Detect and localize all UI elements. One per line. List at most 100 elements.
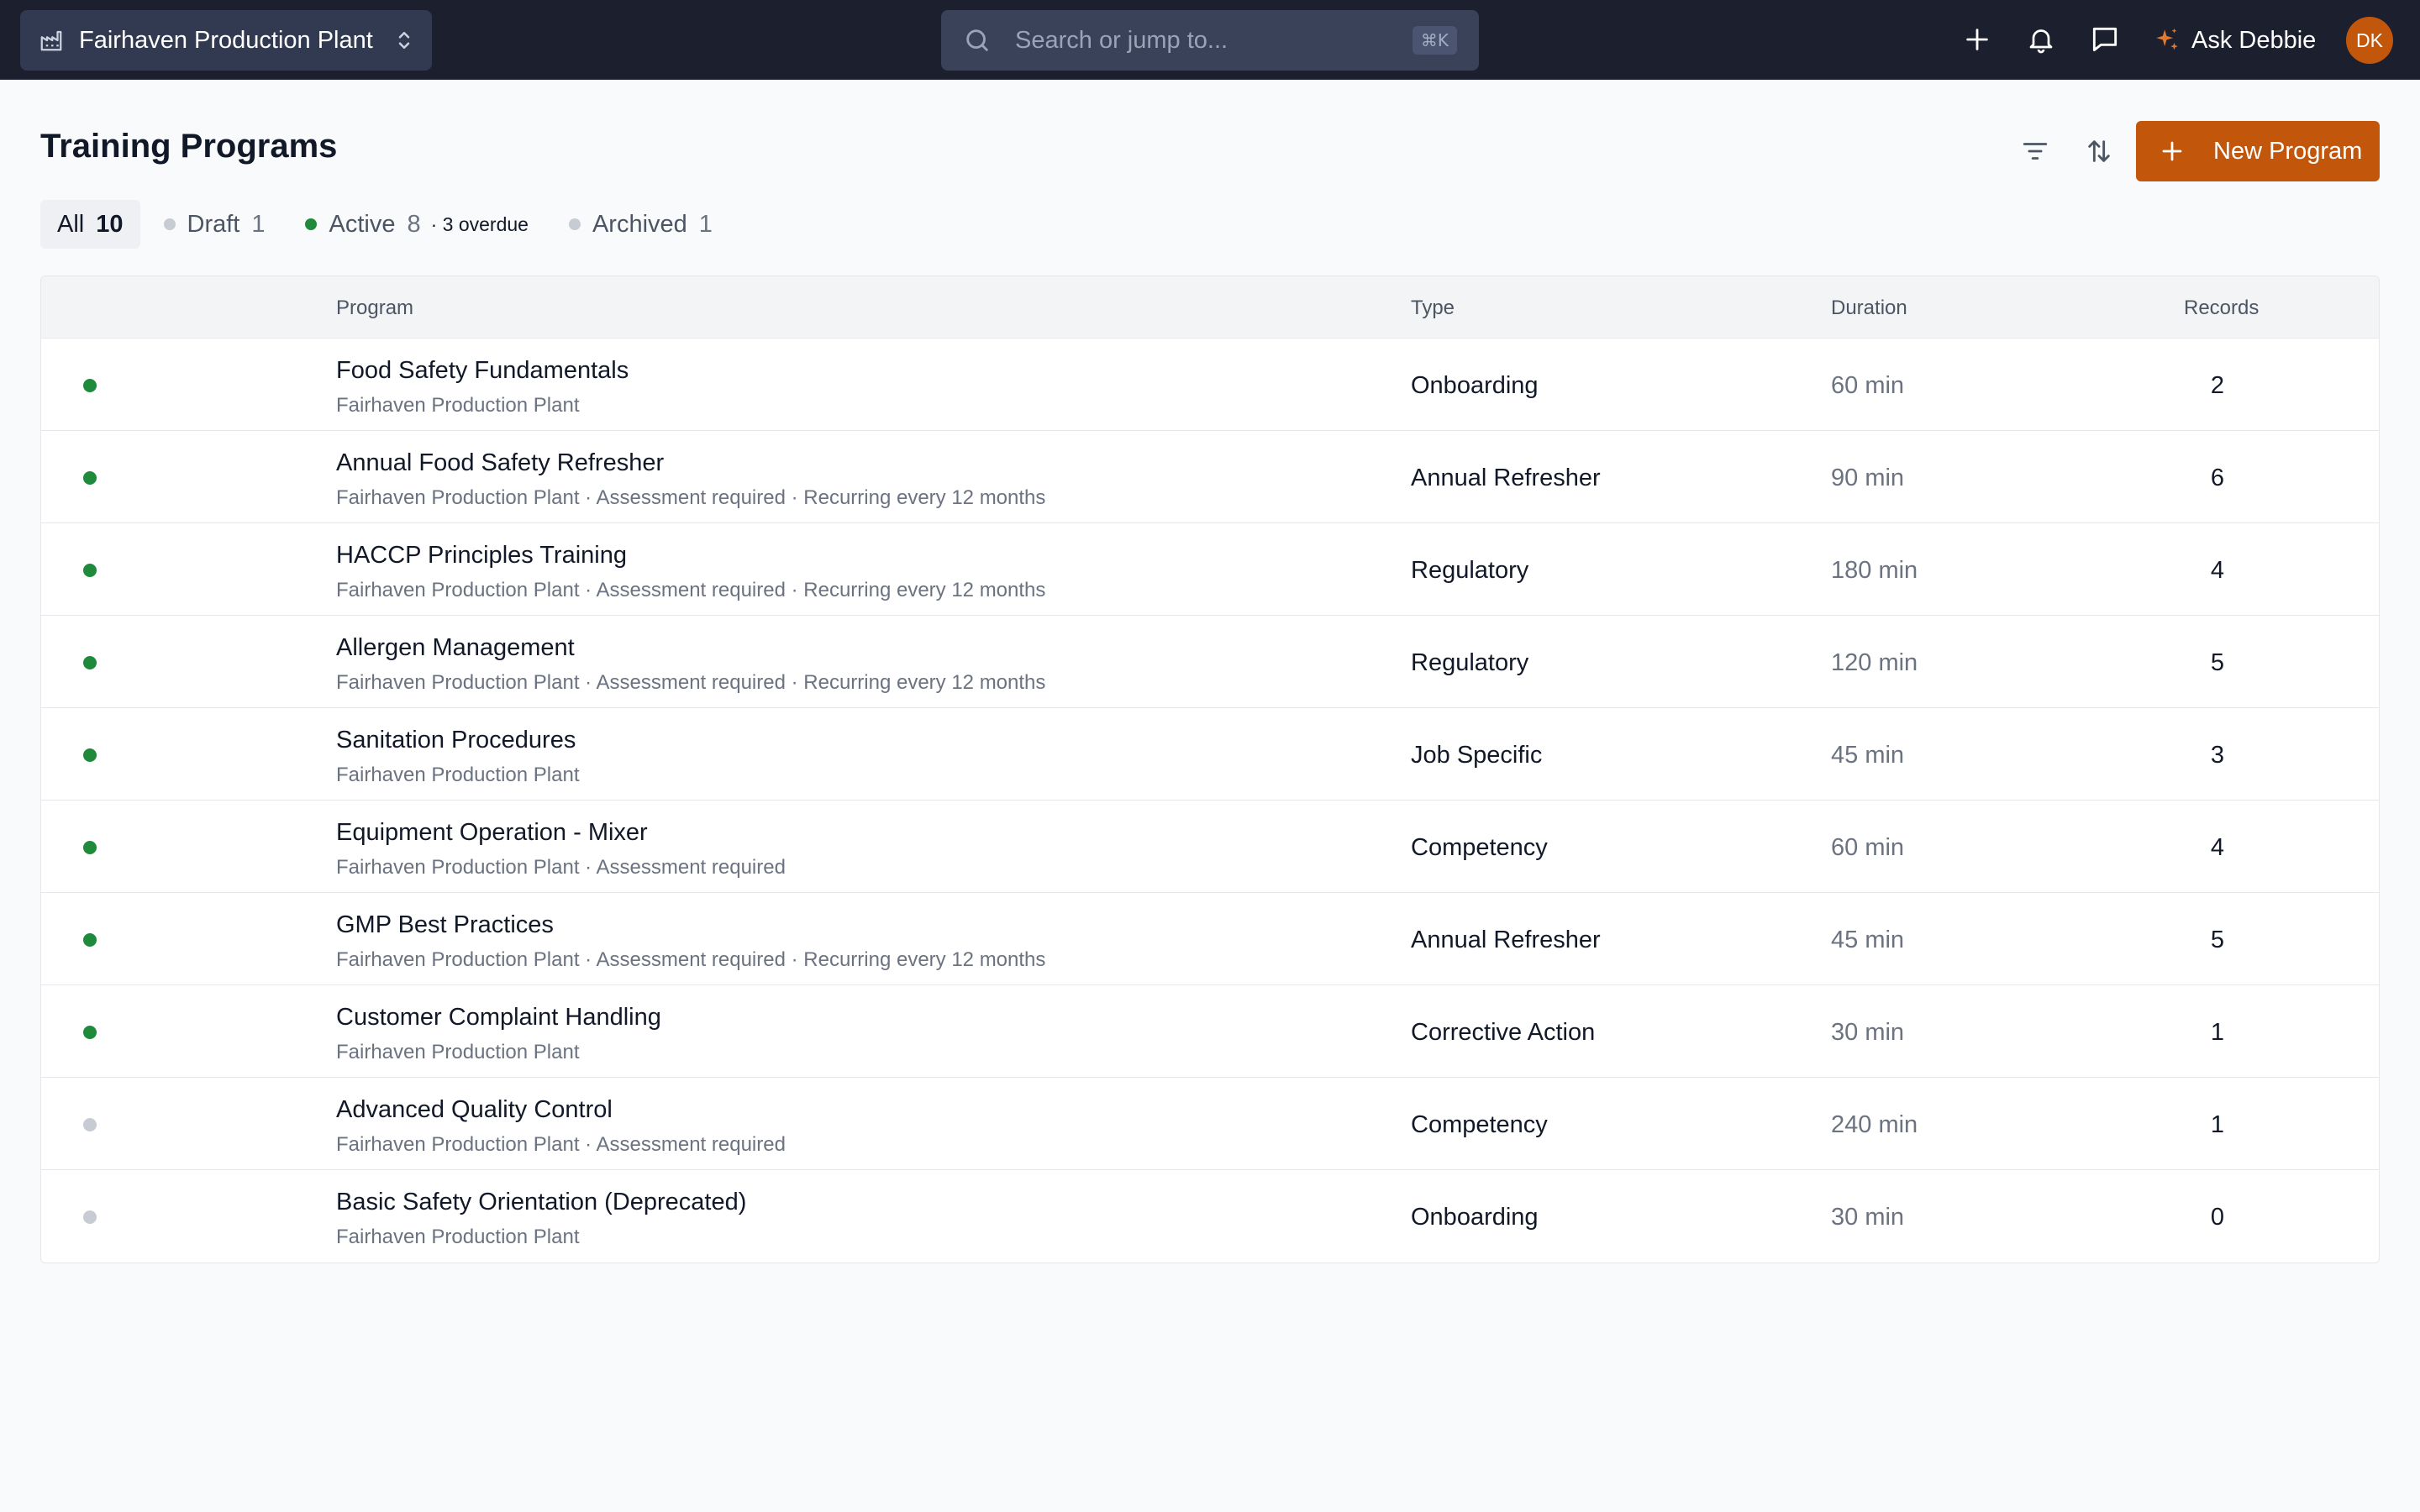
bell-icon: [2029, 29, 2053, 54]
overdue-note: · 3 overdue: [430, 213, 529, 235]
program-type: Competency: [1411, 834, 1548, 861]
ask-debbie-label: Ask Debbie: [2191, 26, 2317, 54]
table-header: Program Type Duration Records: [41, 276, 2379, 339]
messages-button[interactable]: [2086, 20, 2124, 59]
program-duration: 180 min: [1831, 557, 1918, 584]
table-row[interactable]: HACCP Principles Training Fairhaven Produ…: [41, 523, 2379, 616]
program-type: Onboarding: [1411, 1204, 1539, 1231]
program-duration: 45 min: [1831, 742, 1905, 769]
program-duration: 30 min: [1831, 1019, 1905, 1046]
program-name[interactable]: Allergen Management: [336, 634, 575, 662]
program-name[interactable]: Advanced Quality Control: [336, 1096, 613, 1124]
status-dot: [305, 218, 318, 230]
search-placeholder: Search or jump to...: [1015, 26, 1228, 54]
program-records: 4: [2210, 834, 2225, 861]
program-meta: Fairhaven Production Plant · Assessment …: [336, 856, 786, 879]
program-duration: 90 min: [1831, 465, 1905, 491]
table-row[interactable]: Annual Food Safety Refresher Fairhaven Pr…: [41, 431, 2379, 523]
site-name: Fairhaven Production Plant: [79, 26, 373, 54]
status-dot: [83, 1026, 97, 1039]
tab-count: 10: [96, 210, 124, 238]
table-row[interactable]: Basic Safety Orientation (Deprecated) Fai…: [41, 1170, 2379, 1263]
program-duration: 60 min: [1831, 834, 1905, 861]
table-body: Food Safety Fundamentals Fairhaven Produc…: [41, 339, 2379, 1263]
table-row[interactable]: Customer Complaint Handling Fairhaven Pro…: [41, 985, 2379, 1078]
table-row[interactable]: Sanitation Procedures Fairhaven Productio…: [41, 708, 2379, 801]
status-dot: [83, 471, 97, 485]
program-name[interactable]: Equipment Operation - Mixer: [336, 819, 648, 847]
program-name[interactable]: Customer Complaint Handling: [336, 1004, 661, 1032]
status-dot: [568, 218, 581, 230]
tab-all[interactable]: All 10: [40, 200, 140, 249]
program-meta: Fairhaven Production Plant · Assessment …: [336, 486, 1046, 509]
program-name[interactable]: Food Safety Fundamentals: [336, 357, 629, 385]
avatar[interactable]: DK: [2346, 17, 2393, 64]
program-duration: 240 min: [1831, 1111, 1918, 1138]
program-records: 6: [2210, 465, 2225, 491]
add-button[interactable]: [1958, 20, 1996, 59]
program-name[interactable]: Sanitation Procedures: [336, 727, 576, 754]
new-program-button[interactable]: New Program: [2136, 121, 2380, 181]
program-type: Job Specific: [1411, 742, 1543, 769]
program-duration: 60 min: [1831, 372, 1905, 399]
program-meta: Fairhaven Production Plant: [336, 1041, 580, 1063]
table-row[interactable]: Allergen Management Fairhaven Production …: [41, 616, 2379, 708]
program-meta: Fairhaven Production Plant · Assessment …: [336, 948, 1046, 971]
tab-label: Draft: [187, 210, 240, 238]
tab-archived[interactable]: Archived 1: [552, 200, 729, 249]
site-switcher[interactable]: Fairhaven Production Plant: [20, 10, 432, 71]
program-type: Annual Refresher: [1411, 465, 1601, 491]
search-shortcut: ⌘K: [1412, 26, 1457, 55]
program-meta: Fairhaven Production Plant: [336, 394, 580, 417]
table-row[interactable]: Food Safety Fundamentals Fairhaven Produc…: [41, 339, 2379, 431]
program-records: 4: [2210, 557, 2225, 584]
program-type: Competency: [1411, 1111, 1548, 1138]
program-meta: Fairhaven Production Plant: [336, 1226, 580, 1248]
status-dot: [83, 1210, 97, 1224]
ask-debbie-button[interactable]: Ask Debbie: [2153, 15, 2316, 66]
program-meta: Fairhaven Production Plant · Assessment …: [336, 1133, 786, 1156]
tab-draft[interactable]: Draft 1: [147, 200, 282, 249]
table-row[interactable]: Equipment Operation - Mixer Fairhaven Pro…: [41, 801, 2379, 893]
notifications-button[interactable]: [2022, 20, 2060, 59]
chat-icon: [2092, 27, 2118, 52]
plus-icon: [2162, 141, 2182, 161]
program-records: 2: [2210, 372, 2225, 399]
sort-button[interactable]: [2081, 133, 2118, 170]
sparkle-icon: [2156, 28, 2178, 50]
tab-count: 1: [698, 210, 713, 238]
table-row[interactable]: GMP Best Practices Fairhaven Production P…: [41, 893, 2379, 985]
search-input[interactable]: Search or jump to... ⌘K: [941, 10, 1479, 71]
program-meta: Fairhaven Production Plant · Assessment …: [336, 579, 1046, 601]
tab-count: 1: [251, 210, 266, 238]
table-row[interactable]: Advanced Quality Control Fairhaven Produc…: [41, 1078, 2379, 1170]
program-type: Annual Refresher: [1411, 927, 1601, 953]
program-duration: 30 min: [1831, 1204, 1905, 1231]
program-name[interactable]: Basic Safety Orientation (Deprecated): [336, 1189, 746, 1216]
program-records: 5: [2210, 649, 2225, 676]
status-dot: [83, 1118, 97, 1131]
status-tabs: All 10 Draft 1 Active 8 · 3 overdue Arch…: [40, 200, 736, 249]
column-header-program[interactable]: Program: [336, 297, 413, 320]
page-title: Training Programs: [40, 128, 338, 165]
tab-count: 8: [407, 210, 421, 238]
program-name[interactable]: GMP Best Practices: [336, 911, 554, 939]
program-type: Corrective Action: [1411, 1019, 1596, 1046]
filter-icon: [2023, 143, 2048, 160]
programs-table: Program Type Duration Records Food Safet…: [40, 276, 2380, 1263]
program-meta: Fairhaven Production Plant · Assessment …: [336, 671, 1046, 694]
program-records: 3: [2210, 742, 2225, 769]
tab-label: All: [57, 210, 85, 238]
program-name[interactable]: HACCP Principles Training: [336, 542, 627, 570]
program-type: Regulatory: [1411, 649, 1529, 676]
tab-label: Archived: [592, 210, 687, 238]
program-name[interactable]: Annual Food Safety Refresher: [336, 449, 664, 477]
filter-button[interactable]: [2017, 133, 2054, 170]
column-header-records[interactable]: Records: [2184, 297, 2259, 320]
status-dot: [83, 564, 97, 577]
column-header-type[interactable]: Type: [1411, 297, 1455, 320]
column-header-duration[interactable]: Duration: [1831, 297, 1907, 320]
program-records: 1: [2210, 1111, 2225, 1138]
tab-active[interactable]: Active 8 · 3 overdue: [288, 200, 544, 249]
plus-icon: [1966, 29, 1988, 50]
